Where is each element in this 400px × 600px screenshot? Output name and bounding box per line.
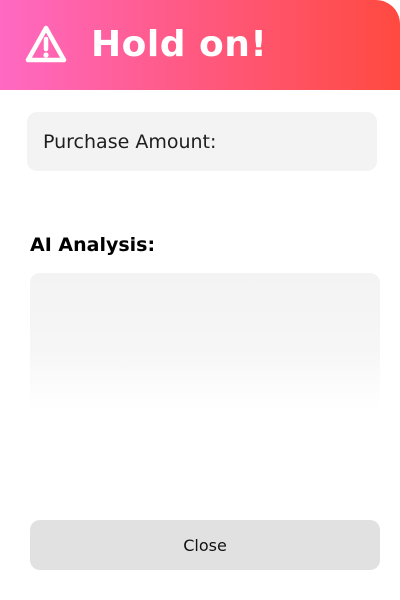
warning-triangle-icon — [25, 24, 67, 66]
ai-analysis-panel — [30, 273, 380, 410]
purchase-amount-box: Purchase Amount: — [27, 112, 377, 171]
dialog-header: Hold on! — [0, 0, 400, 90]
hold-on-dialog: Hold on! Purchase Amount: AI Analysis: C… — [0, 0, 400, 600]
close-button[interactable]: Close — [30, 520, 380, 570]
dialog-title: Hold on! — [91, 24, 268, 65]
purchase-amount-label: Purchase Amount: — [43, 130, 217, 153]
ai-analysis-heading: AI Analysis: — [30, 234, 156, 256]
